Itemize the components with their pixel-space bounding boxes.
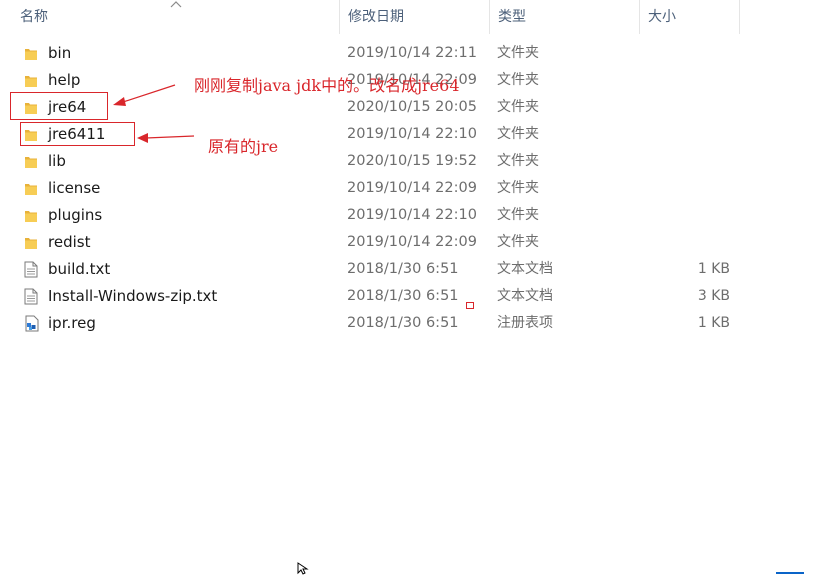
file-date-modified: 2019/10/14 22:09 xyxy=(347,180,477,196)
file-size xyxy=(640,67,730,94)
file-name: plugins xyxy=(48,206,103,224)
folder-icon xyxy=(24,148,40,175)
annotation-small-square xyxy=(466,302,474,309)
file-size: 3 KB xyxy=(697,288,730,304)
file-date-modified: 2018/1/30 6:51 xyxy=(347,288,459,304)
file-type: 文本文档 xyxy=(497,288,553,304)
jre64-annotation-text: 刚刚复制java jdk中的。改名成jre64 xyxy=(194,76,460,95)
file-size xyxy=(640,202,730,229)
file-date-modified: 2018/1/30 6:51 xyxy=(347,315,459,331)
file-name: Install-Windows-zip.txt xyxy=(48,287,218,305)
text-file-icon xyxy=(24,256,40,283)
file-name: lib xyxy=(48,152,66,170)
file-size xyxy=(640,148,730,175)
jre6411-annotation-text: 原有的jre xyxy=(208,137,279,156)
file-type: 文件夹 xyxy=(497,45,539,61)
file-size: 1 KB xyxy=(697,261,730,277)
file-type: 文件夹 xyxy=(497,126,539,142)
file-type: 文件夹 xyxy=(497,180,539,196)
file-size xyxy=(640,229,730,256)
file-size xyxy=(640,175,730,202)
column-header-date-modified[interactable]: 修改日期 xyxy=(340,0,490,34)
file-size xyxy=(640,94,730,121)
file-row[interactable]: build.txt 2018/1/30 6:51 文本文档 1 KB xyxy=(0,256,838,283)
text-file-icon xyxy=(24,283,40,310)
file-row[interactable]: license 2019/10/14 22:09 文件夹 xyxy=(0,175,838,202)
file-name: redist xyxy=(48,233,91,251)
folder-icon xyxy=(24,40,40,67)
mouse-cursor-icon xyxy=(297,562,309,575)
file-row[interactable]: plugins 2019/10/14 22:10 文件夹 xyxy=(0,202,838,229)
file-type: 注册表项 xyxy=(497,315,553,331)
file-date-modified: 2020/10/15 20:05 xyxy=(347,99,477,115)
file-name: license xyxy=(48,179,101,197)
file-row[interactable]: Install-Windows-zip.txt 2018/1/30 6:51 文本文… xyxy=(0,283,838,310)
file-size: 1 KB xyxy=(697,315,730,331)
folder-icon xyxy=(24,229,40,256)
file-name: bin xyxy=(48,44,72,62)
file-row[interactable]: bin 2019/10/14 22:11 文件夹 xyxy=(0,40,838,67)
file-size xyxy=(640,40,730,67)
file-type: 文件夹 xyxy=(497,99,539,115)
file-date-modified: 2019/10/14 22:10 xyxy=(347,126,477,142)
file-date-modified: 2020/10/15 19:52 xyxy=(347,153,477,169)
scroll-indicator xyxy=(776,572,804,574)
file-name: build.txt xyxy=(48,260,111,278)
jre6411-highlight-box xyxy=(20,122,135,146)
registry-file-icon xyxy=(24,310,40,337)
file-date-modified: 2018/1/30 6:51 xyxy=(347,261,459,277)
file-row[interactable]: lib 2020/10/15 19:52 文件夹 xyxy=(0,148,838,175)
folder-icon xyxy=(24,202,40,229)
file-date-modified: 2019/10/14 22:10 xyxy=(347,207,477,223)
file-type: 文件夹 xyxy=(497,207,539,223)
column-header-bar: 名称 修改日期 类型 大小 xyxy=(0,0,838,34)
file-type: 文件夹 xyxy=(497,153,539,169)
file-name: help xyxy=(48,71,81,89)
file-row[interactable]: redist 2019/10/14 22:09 文件夹 xyxy=(0,229,838,256)
file-name: ipr.reg xyxy=(48,314,96,332)
file-type: 文件夹 xyxy=(497,234,539,250)
column-header-type[interactable]: 类型 xyxy=(490,0,640,34)
folder-icon xyxy=(24,67,40,94)
column-header-size[interactable]: 大小 xyxy=(640,0,740,34)
file-date-modified: 2019/10/14 22:09 xyxy=(347,234,477,250)
file-row[interactable]: jre64 2020/10/15 20:05 文件夹 xyxy=(0,94,838,121)
file-row[interactable]: ipr.reg 2018/1/30 6:51 注册表项 1 KB xyxy=(0,310,838,337)
column-header-name[interactable]: 名称 xyxy=(12,0,340,34)
file-type: 文件夹 xyxy=(497,72,539,88)
file-size xyxy=(640,121,730,148)
file-type: 文本文档 xyxy=(497,261,553,277)
file-date-modified: 2019/10/14 22:11 xyxy=(347,45,477,61)
folder-icon xyxy=(24,175,40,202)
jre64-highlight-box xyxy=(10,92,108,120)
